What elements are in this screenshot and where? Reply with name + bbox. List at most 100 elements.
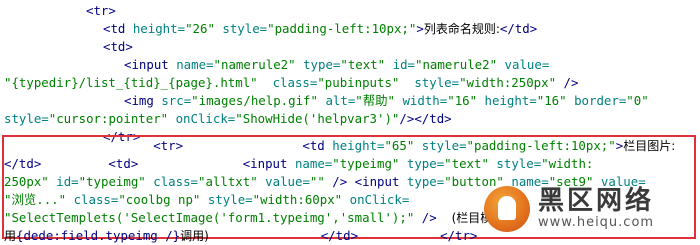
code-token: onClick= <box>175 111 236 126</box>
code-token: /></td> <box>399 111 452 126</box>
code-token: type= <box>406 156 445 171</box>
code-token: /> <box>414 210 452 225</box>
code-token: "text" <box>444 156 489 171</box>
code-token: <img <box>124 93 162 108</box>
code-token: "浏览..." <box>4 192 67 207</box>
watermark-en: www.heiqu.com <box>538 215 655 230</box>
code-token: class= <box>73 192 119 207</box>
code-line: <tr> <td height="65" style="padding-left… <box>4 137 694 155</box>
code-token: value= <box>504 57 550 72</box>
code-line: <img src="images/help.gif" alt="帮助" widt… <box>4 92 698 110</box>
code-token: 250px" <box>4 174 49 189</box>
code-token: <tr> <td <box>4 138 333 153</box>
code-token: /> <input <box>324 174 407 189</box>
code-token: "{typedir}/list_{tid}_{page}.html" <box>4 75 258 90</box>
code-line: </td> <td> <input name="typeimg" type="t… <box>4 155 694 173</box>
code-token: "typeimg" <box>332 156 400 171</box>
watermark-cn: 黑区网络 <box>538 186 655 216</box>
code-token: <td> <box>103 39 133 54</box>
code-line: <td height="26" style="padding-left:10px… <box>4 20 698 38</box>
code-token: onClick= <box>349 192 410 207</box>
code-line: <tr> <box>4 2 698 20</box>
code-token: "padding-left:10px;" <box>267 21 417 36</box>
code-token: "0" <box>626 93 649 108</box>
code-token: "padding-left:10px;" <box>466 138 616 153</box>
code-token: "26" <box>185 21 215 36</box>
code-token: "images/help.gif" <box>191 93 318 108</box>
code-token: border= <box>574 93 627 108</box>
code-token: "typeimg" <box>78 174 146 189</box>
code-token: "alltxt" <box>198 174 258 189</box>
code-token: > <box>416 21 424 36</box>
code-token: alt= <box>325 93 356 108</box>
code-token: height= <box>332 138 385 153</box>
code-token: "pubinputs" <box>317 75 400 90</box>
code-token: type= <box>406 174 445 189</box>
code-line: style="cursor:pointer" onClick="ShowHide… <box>4 110 698 128</box>
code-token: <input <box>124 57 177 72</box>
code-token: "coolbg np" <box>118 192 201 207</box>
code-token: value= <box>265 174 310 189</box>
code-token: "16" <box>536 93 567 108</box>
code-token: class= <box>153 174 198 189</box>
watermark-logo-icon <box>484 186 530 232</box>
code-token: 调用) <box>180 229 209 243</box>
code-token: "width:250px" <box>459 75 557 90</box>
code-token: "namerule2" <box>213 57 296 72</box>
code-token: "SelectTemplets('SelectImage('form1.type… <box>4 210 415 225</box>
code-token: src= <box>161 93 192 108</box>
code-token: <tr> <box>86 3 116 18</box>
code-token: style= <box>421 138 467 153</box>
code-token: "ShowHide('helpvar3')" <box>235 111 400 126</box>
code-token: style= <box>222 21 268 36</box>
code-token: type= <box>303 57 341 72</box>
code-token: style= <box>414 75 460 90</box>
code-token: width= <box>402 93 448 108</box>
code-editor[interactable]: <tr> <td height="26" style="padding-left:… <box>4 2 698 146</box>
code-token: "width: <box>541 156 594 171</box>
code-token: "namerule2" <box>415 57 498 72</box>
code-line: <input name="namerule2" type="text" id="… <box>4 56 698 74</box>
code-token: <td <box>103 21 133 36</box>
code-token: "text" <box>340 57 386 72</box>
code-token: </td> </tr> <box>208 228 478 243</box>
code-token: "width:60px" <box>252 192 343 207</box>
code-line: <td> <box>4 38 698 56</box>
code-token: "" <box>309 174 325 189</box>
code-token: name= <box>176 57 214 72</box>
code-token: height= <box>132 21 186 36</box>
code-token: style= <box>4 111 49 126</box>
code-token: height= <box>484 93 537 108</box>
code-token: </td> <box>499 21 538 36</box>
code-token: "65" <box>384 138 415 153</box>
code-token: id= <box>56 174 79 189</box>
code-token: {dede:field.typeimg /} <box>16 228 181 243</box>
code-token: </td> <td> <input <box>4 156 295 171</box>
watermark: 黑区网络 www.heiqu.com <box>484 184 694 234</box>
code-token: id= <box>392 57 415 72</box>
code-line: "{typedir}/list_{tid}_{page}.html" class… <box>4 74 698 92</box>
code-token: style= <box>207 192 253 207</box>
code-token: 列表命名规则: <box>423 22 500 36</box>
code-token: 栏目图片: <box>623 139 676 153</box>
code-token: name= <box>294 156 333 171</box>
code-token: "帮助" <box>355 93 395 108</box>
code-token: style= <box>496 156 542 171</box>
code-token: /> <box>556 75 579 90</box>
code-token: "16" <box>447 93 478 108</box>
code-token: "cursor:pointer" <box>48 111 169 126</box>
code-token: class= <box>272 75 318 90</box>
